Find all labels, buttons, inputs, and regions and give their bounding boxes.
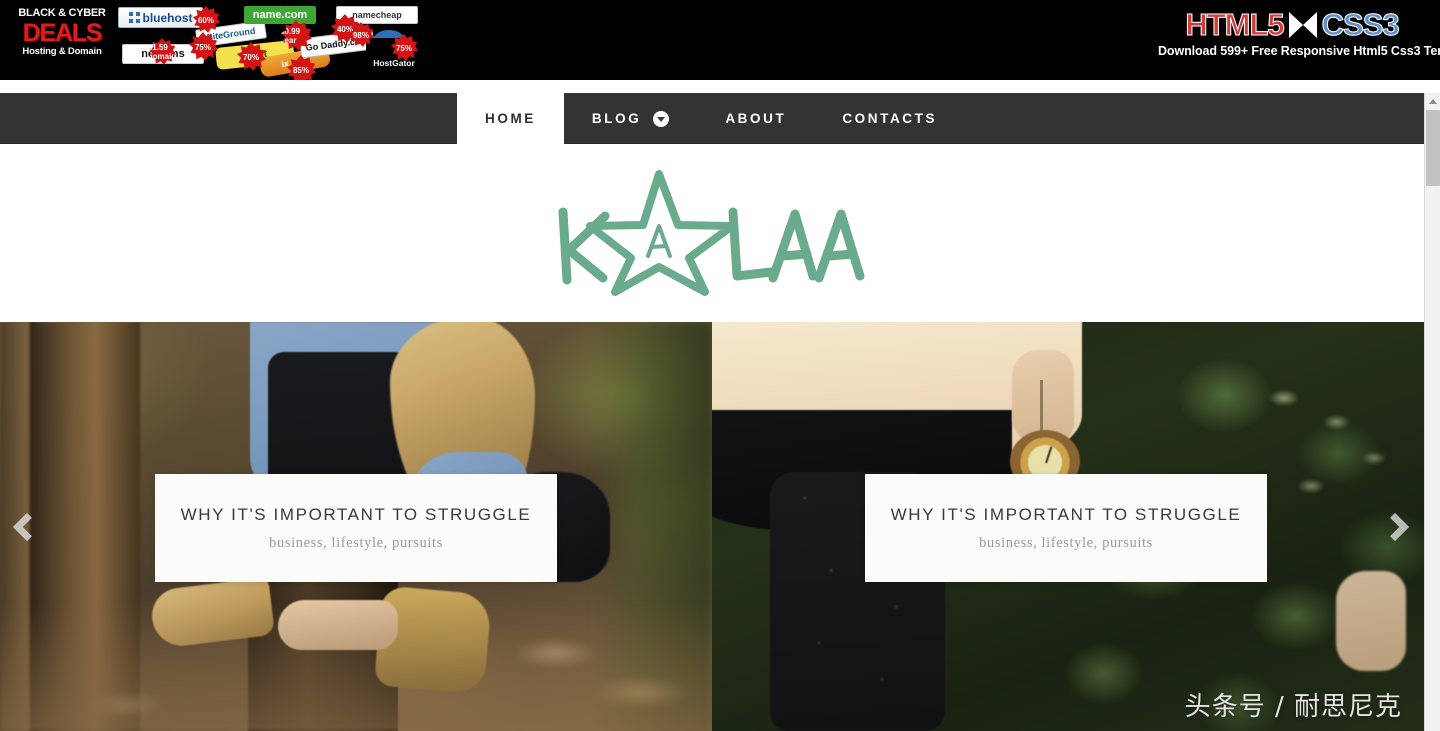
bluehost-label: bluehost <box>142 10 193 25</box>
triangle-up-icon <box>1429 99 1437 104</box>
bluehost-logo: bluehost <box>118 7 203 28</box>
kalaa-star-logo: KALAA <box>558 170 865 296</box>
hand-right <box>1336 571 1406 671</box>
chevron-down-icon[interactable] <box>653 110 670 127</box>
forest-floor <box>0 601 712 731</box>
slide-1-caption-card[interactable]: WHY IT'S IMPORTANT TO STRUGGLE business,… <box>155 474 557 582</box>
hand-holding-watch <box>1012 350 1074 442</box>
namecheap-label: namecheap <box>352 9 402 20</box>
nav-label-about: ABOUT <box>725 111 787 126</box>
hosting-deals-ad[interactable]: BLACK & CYBER DEALS Hosting & Domain blu… <box>0 0 420 80</box>
css3-wordmark: CSS3 <box>1321 7 1400 42</box>
chevron-right-icon <box>1380 512 1410 541</box>
slider-next-arrow[interactable] <box>1378 504 1412 550</box>
nav-label-blog: BLOG <box>591 111 642 126</box>
deals-word: DEALS <box>22 19 103 47</box>
nav-item-contacts[interactable]: CONTACTS <box>814 93 965 144</box>
namecom-logo: name.com <box>244 6 316 24</box>
scrollbar-up-button[interactable] <box>1425 93 1440 110</box>
slide-2[interactable]: WHY IT'S IMPORTANT TO STRUGGLE business,… <box>712 322 1424 731</box>
bowtie-x-icon <box>1288 11 1317 38</box>
top-ad-banner: BLACK & CYBER DEALS Hosting & Domain blu… <box>0 0 1440 80</box>
scrollbar-track-edge <box>1424 93 1425 731</box>
templates-tagline: Download 599+ Free Responsive Html5 Css3… <box>1158 44 1440 58</box>
logo-area: KALAA <box>0 144 1424 322</box>
nav-item-blog[interactable]: BLOG <box>564 93 697 144</box>
slide-2-tags[interactable]: business, lifestyle, pursuits <box>979 535 1153 552</box>
slide-1[interactable]: WHY IT'S IMPORTANT TO STRUGGLE business,… <box>0 322 712 731</box>
nav-item-about[interactable]: ABOUT <box>697 93 814 144</box>
slide-1-title: WHY IT'S IMPORTANT TO STRUGGLE <box>180 504 532 524</box>
hostgator-label: HostGator <box>373 57 415 68</box>
black-friday-headline: BLACK & CYBER DEALS Hosting & Domain <box>8 8 116 57</box>
slide-2-caption-card[interactable]: WHY IT'S IMPORTANT TO STRUGGLE business,… <box>865 474 1267 582</box>
html5-wordmark: HTML5 <box>1185 7 1285 42</box>
chevron-left-icon <box>12 512 42 541</box>
headline-line-1: BLACK & CYBER <box>18 7 106 19</box>
slider-prev-arrow[interactable] <box>10 504 44 550</box>
watermark-text: 头条号 / 耐思尼克 <box>1184 692 1402 722</box>
hero-slider[interactable]: WHY IT'S IMPORTANT TO STRUGGLE business,… <box>0 322 1424 731</box>
main-navigation: HOME BLOG ABOUT CONTACTS <box>0 93 1424 144</box>
nav-item-home[interactable]: HOME <box>457 93 564 144</box>
html5-css3-logo-row: HTML5 CSS3 <box>1158 7 1426 42</box>
scrollbar-thumb[interactable] <box>1426 110 1440 186</box>
nav-label-contacts: CONTACTS <box>842 111 938 126</box>
html5-css3-ad[interactable]: HTML5 CSS3 Download 599+ Free Responsive… <box>1158 7 1440 71</box>
page-scrollbar[interactable] <box>1424 93 1440 731</box>
bluehost-squares-icon <box>128 12 140 23</box>
hosting-domain-subtitle: Hosting & Domain <box>22 46 102 57</box>
nav-list: HOME BLOG ABOUT CONTACTS <box>457 93 965 144</box>
namecom-label: name.com <box>252 8 308 21</box>
site-logo-link[interactable]: KALAA <box>547 168 877 298</box>
slide-1-tags[interactable]: business, lifestyle, pursuits <box>269 535 443 552</box>
slide-2-title: WHY IT'S IMPORTANT TO STRUGGLE <box>890 504 1242 524</box>
nav-label-home: HOME <box>485 111 536 126</box>
page-root: BLACK & CYBER DEALS Hosting & Domain blu… <box>0 0 1440 731</box>
